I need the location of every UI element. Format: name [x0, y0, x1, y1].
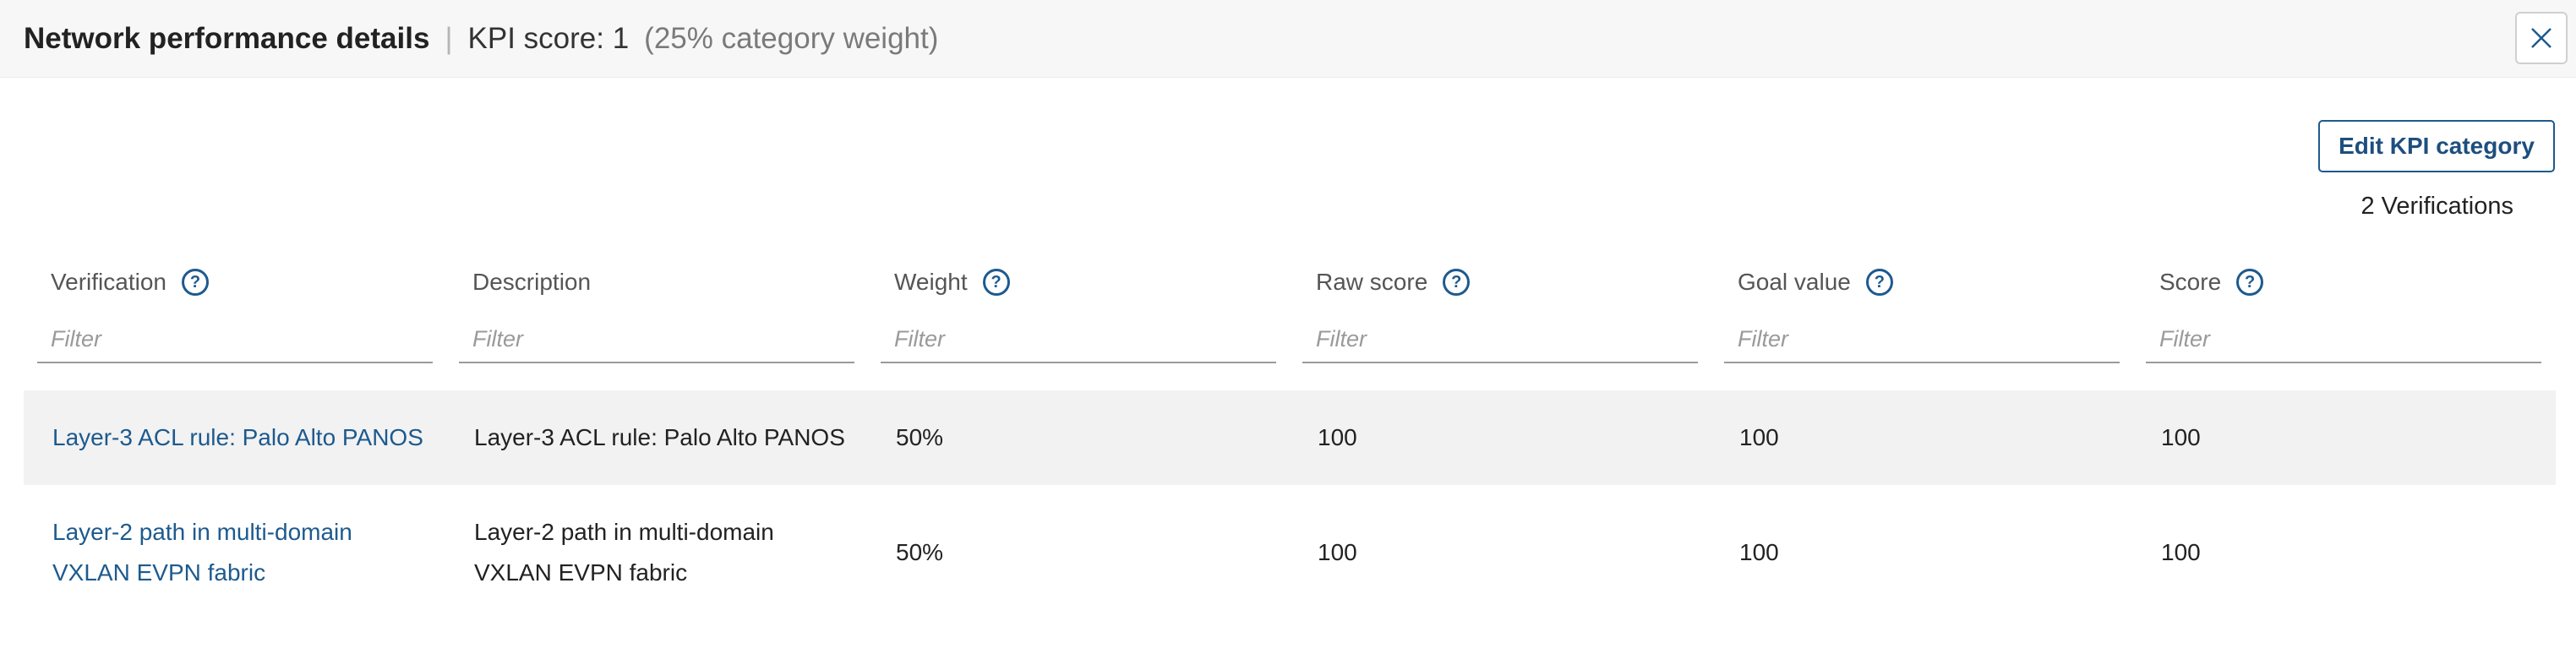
close-icon — [2531, 28, 2551, 48]
score-value: 100 — [2161, 424, 2201, 450]
column-label: Raw score — [1316, 269, 1428, 295]
filter-verification-input[interactable] — [37, 316, 433, 363]
column-header-weight: Weight ? — [894, 265, 1010, 299]
raw-score-cell: 100 — [1318, 390, 1357, 485]
description-text: Layer-2 path in multi-domain VXLAN EVPN … — [474, 519, 774, 586]
column-header-score: Score ? — [2159, 265, 2264, 299]
raw-score-value: 100 — [1318, 539, 1357, 565]
weight-value: 50% — [896, 539, 944, 565]
column-label: Weight — [894, 269, 968, 295]
edit-kpi-category-button[interactable]: Edit KPI category — [2318, 120, 2555, 172]
verification-link[interactable]: Layer-3 ACL rule: Palo Alto PANOS — [52, 390, 423, 485]
help-icon[interactable]: ? — [1865, 269, 1893, 296]
table-row: Layer-2 path in multi-domain VXLAN EVPN … — [24, 485, 2556, 620]
column-label: Goal value — [1738, 269, 1851, 295]
verification-name[interactable]: Layer-3 ACL rule: Palo Alto PANOS — [52, 417, 423, 458]
goal-value-value: 100 — [1739, 424, 1779, 450]
close-button[interactable] — [2515, 12, 2568, 64]
page-title: Network performance details — [24, 22, 430, 55]
score-value: 100 — [2161, 539, 2201, 565]
column-header-description: Description — [472, 265, 591, 299]
description-text: Layer-3 ACL rule: Palo Alto PANOS — [474, 424, 845, 450]
help-icon[interactable]: ? — [181, 269, 209, 296]
verification-link[interactable]: Layer-2 path in multi-domain VXLAN EVPN … — [52, 485, 424, 620]
filter-score-input[interactable] — [2146, 316, 2541, 363]
column-header-goal-value: Goal value ? — [1738, 265, 1893, 299]
column-header-verification: Verification ? — [51, 265, 209, 299]
weight-cell: 50% — [896, 390, 943, 485]
weight-value: 50% — [896, 424, 944, 450]
verification-name[interactable]: Layer-2 path in multi-domain VXLAN EVPN … — [52, 512, 424, 593]
goal-value-cell: 100 — [1739, 485, 1779, 620]
goal-value-value: 100 — [1739, 539, 1779, 565]
verification-count: 2 Verifications — [2360, 193, 2513, 220]
description-cell: Layer-2 path in multi-domain VXLAN EVPN … — [474, 485, 846, 620]
help-icon[interactable]: ? — [1443, 269, 1471, 296]
title-separator: | — [445, 22, 453, 55]
weight-cell: 50% — [896, 485, 943, 620]
score-cell: 100 — [2161, 485, 2201, 620]
dialog-header: Network performance details | KPI score:… — [0, 0, 2576, 78]
kpi-score: KPI score: 1 — [467, 22, 630, 55]
column-header-raw-score: Raw score ? — [1316, 265, 1471, 299]
help-icon[interactable]: ? — [982, 269, 1010, 296]
raw-score-cell: 100 — [1318, 485, 1357, 620]
column-label: Score — [2159, 269, 2222, 295]
score-cell: 100 — [2161, 390, 2201, 485]
help-icon[interactable]: ? — [2236, 269, 2264, 296]
column-label: Description — [472, 269, 592, 295]
raw-score-value: 100 — [1318, 424, 1357, 450]
table-row: Layer-3 ACL rule: Palo Alto PANOS Layer-… — [24, 390, 2556, 485]
category-weight: (25% category weight) — [644, 22, 939, 55]
filter-goal-value-input[interactable] — [1724, 316, 2120, 363]
filter-raw-score-input[interactable] — [1302, 316, 1698, 363]
description-cell: Layer-3 ACL rule: Palo Alto PANOS — [474, 390, 845, 485]
filter-weight-input[interactable] — [881, 316, 1276, 363]
column-label: Verification — [51, 269, 166, 295]
dialog-title-bar: Network performance details | KPI score:… — [24, 0, 938, 78]
goal-value-cell: 100 — [1739, 390, 1779, 485]
filter-description-input[interactable] — [459, 316, 854, 363]
